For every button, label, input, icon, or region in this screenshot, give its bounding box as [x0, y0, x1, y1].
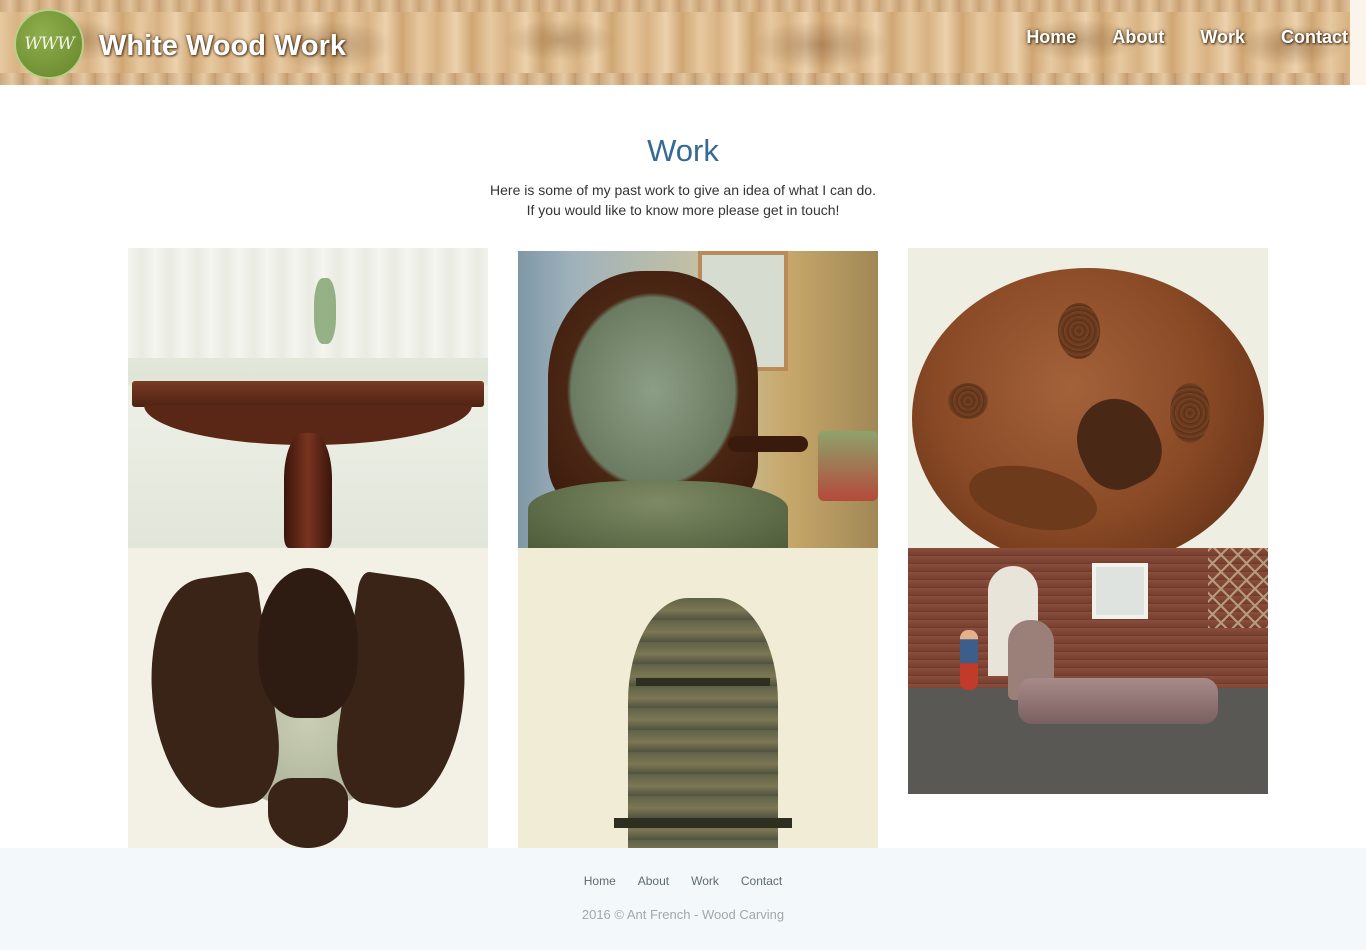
- garden-trellis: [1208, 548, 1268, 628]
- eagle-tail: [268, 778, 348, 848]
- child-figure: [960, 630, 978, 690]
- squirrel-plaque-photo[interactable]: [908, 248, 1268, 548]
- footer-nav-contact[interactable]: Contact: [741, 874, 782, 888]
- chaise-longue-photo[interactable]: [908, 548, 1268, 794]
- intro-line-2: If you would like to know more please ge…: [526, 202, 840, 218]
- chair-back: [548, 271, 758, 511]
- footer-nav-work[interactable]: Work: [691, 874, 719, 888]
- copyright-text: 2016 © Ant French - Wood Carving: [581, 907, 785, 922]
- chaise-seat: [1018, 678, 1218, 724]
- table-top: [132, 381, 484, 407]
- intro-text: Here is some of my past work to give an …: [0, 180, 1366, 220]
- logo-mark: WWW: [24, 33, 74, 54]
- pine-cone: [948, 383, 988, 419]
- site-title[interactable]: White Wood Work: [99, 30, 346, 63]
- shelf-tier: [614, 818, 792, 828]
- carved-border-top: [0, 0, 1366, 12]
- intro-line-1: Here is some of my past work to give an …: [490, 182, 876, 198]
- table-pedestal: [284, 433, 332, 548]
- nav-about[interactable]: About: [1112, 27, 1164, 48]
- shelf-carving: [628, 598, 778, 848]
- carved-chair-photo[interactable]: [518, 251, 878, 548]
- footer-nav: Home About Work Contact: [0, 874, 1366, 888]
- carved-shelf-photo[interactable]: [518, 548, 878, 848]
- pine-cone: [1058, 303, 1100, 359]
- header-edge: [1350, 0, 1366, 85]
- work-gallery: [128, 248, 1268, 848]
- chair-arm: [728, 436, 808, 452]
- window-curtain: [128, 248, 488, 358]
- house-window: [1092, 563, 1148, 619]
- pine-cone: [1170, 383, 1210, 443]
- footer-nav-home[interactable]: Home: [584, 874, 616, 888]
- site-footer: Home About Work Contact 2016 © Ant Frenc…: [0, 848, 1366, 950]
- workshop-machine: [818, 431, 878, 501]
- eagle-body: [258, 568, 358, 718]
- nav-home[interactable]: Home: [1026, 27, 1076, 48]
- site-header: WWW White Wood Work Home About Work Cont…: [0, 0, 1366, 85]
- carved-border-bottom: [0, 73, 1366, 85]
- nav-contact[interactable]: Contact: [1281, 27, 1348, 48]
- main-nav: Home About Work Contact: [1026, 27, 1348, 48]
- nav-work[interactable]: Work: [1200, 27, 1245, 48]
- shelf-tier: [636, 678, 770, 686]
- eagle-mirror-photo[interactable]: [128, 548, 488, 848]
- page-title: Work: [647, 133, 719, 168]
- carved-table-photo[interactable]: [128, 248, 488, 548]
- footer-nav-about[interactable]: About: [638, 874, 669, 888]
- vase-flowers: [314, 278, 336, 344]
- site-logo[interactable]: WWW: [14, 9, 84, 79]
- chair-seat: [528, 481, 788, 548]
